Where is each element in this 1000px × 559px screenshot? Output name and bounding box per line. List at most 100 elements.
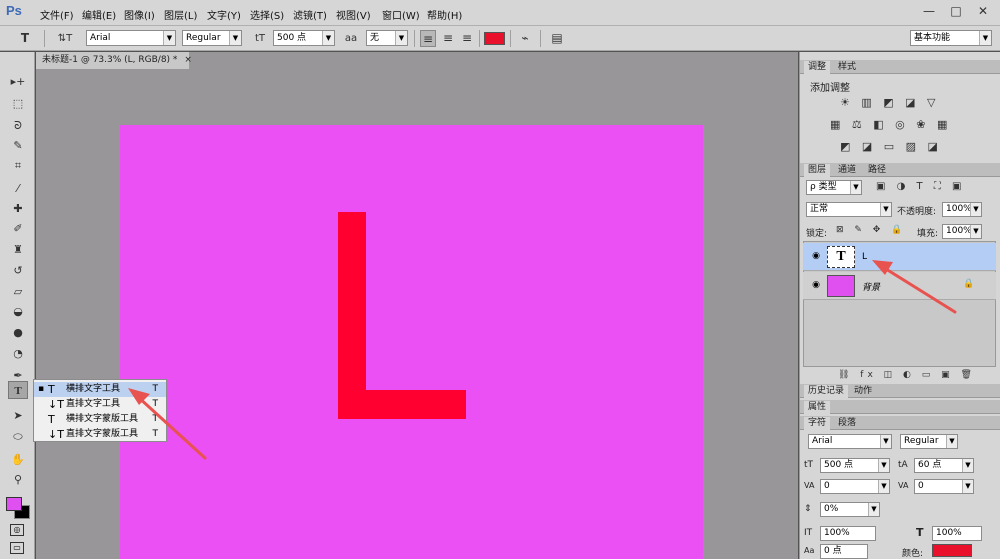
char-vscale-field[interactable]: 100% (820, 526, 876, 541)
lock-icon: 🔒 (963, 279, 975, 289)
text-layer-L[interactable]: L (338, 212, 466, 419)
font-style-select[interactable]: Regular ▼ (182, 30, 242, 46)
chevron-down-icon: ▼ (962, 459, 973, 472)
char-kerning-field[interactable]: 0 ▼ (820, 479, 890, 494)
close-button[interactable]: ✕ (972, 2, 994, 20)
char-hscale-field[interactable]: 100% (932, 526, 982, 541)
font-family-select[interactable]: Arial ▼ (86, 30, 176, 46)
visibility-eye-icon[interactable]: ◉ (810, 280, 822, 290)
menu-filter[interactable]: 滤镜(T) (293, 7, 327, 22)
quick-mask-icon[interactable]: ◎ (10, 524, 24, 536)
font-size-icon: tT (804, 460, 814, 470)
flyout-item-1[interactable]: ▪ T 横排文字工具 T (34, 382, 166, 397)
minimize-button[interactable]: — (918, 2, 940, 20)
adjust-icons-row3[interactable]: ◩ ◪ ▭ ▨ ◪ (840, 140, 942, 153)
lasso-tool-icon[interactable]: ᘐ (8, 117, 28, 135)
antialias-select[interactable]: 无 ▼ (366, 30, 408, 46)
menu-layer[interactable]: 图层(L) (164, 7, 197, 22)
document-tab[interactable]: 未标题-1 @ 73.3% (L, RGB/8) * × (36, 52, 192, 69)
char-baseline-pct-field[interactable]: 0% ▼ (820, 502, 880, 517)
align-left-icon[interactable]: ≡ (420, 30, 436, 47)
shape-tool-icon[interactable]: ⬭ (8, 428, 28, 446)
fill-field[interactable]: 100% ▼ (942, 224, 982, 239)
blur-tool-icon[interactable]: ● (8, 324, 28, 342)
menu-bar: Ps 文件(F) 编辑(E) 图像(I) 图层(L) 文字(Y) 选择(S) 滤… (0, 0, 1000, 26)
eraser-tool-icon[interactable]: ▱ (8, 283, 28, 301)
menu-file[interactable]: 文件(F) (40, 7, 74, 22)
chevron-down-icon: ▼ (163, 31, 175, 45)
flyout-key: T (152, 384, 159, 394)
tab-character[interactable]: 字符 (804, 417, 831, 430)
align-right-icon[interactable]: ≡ (459, 30, 475, 47)
menu-type[interactable]: 文字(Y) (207, 7, 241, 22)
align-center-icon[interactable]: ≡ (440, 30, 456, 47)
tab-layers[interactable]: 图层 (804, 164, 831, 177)
menu-window[interactable]: 窗口(W) (382, 7, 420, 22)
layer-filter-icons[interactable]: ▣ ◑ T ⛶ ▣ (876, 181, 965, 192)
history-brush-tool-icon[interactable]: ↺ (8, 262, 28, 280)
workspace-select[interactable]: 基本功能 ▼ (910, 30, 992, 46)
close-tab-icon[interactable]: × (184, 55, 192, 65)
char-font-size-field[interactable]: 500 点 ▼ (820, 458, 890, 473)
char-baseline-shift-field[interactable]: 0 点 (820, 544, 868, 559)
quick-select-tool-icon[interactable]: ✎ (8, 137, 28, 155)
menu-select[interactable]: 选择(S) (250, 7, 284, 22)
adjust-icons-row1[interactable]: ☀ ▥ ◩ ◪ ▽ (840, 96, 940, 109)
flyout-item-3[interactable]: T 横排文字蒙版工具 T (34, 412, 166, 427)
opacity-field[interactable]: 100% ▼ (942, 202, 982, 217)
char-color-swatch[interactable] (932, 544, 972, 557)
type-tool-flyout: ▪ T 横排文字工具 T ↓T 直排文字工具 T T 横排文字蒙版工具 T ↓T 直排文字蒙版工具 T (33, 379, 167, 442)
layers-bottom-icons[interactable]: ⛓ fx ◫ ◐ ▭ ▣ 🗑 (838, 370, 976, 380)
char-tracking-field[interactable]: 0 ▼ (914, 479, 974, 494)
foreground-color-swatch[interactable] (6, 497, 22, 511)
menu-help[interactable]: 帮助(H) (427, 7, 462, 22)
tab-actions[interactable]: 动作 (850, 385, 876, 398)
blend-mode-select[interactable]: 正常 ▼ (806, 202, 892, 217)
menu-view[interactable]: 视图(V) (336, 7, 371, 22)
adjust-icons-row2[interactable]: ▦ ⚖ ◧ ◎ ❀ ▦ (830, 118, 951, 131)
flyout-item-2[interactable]: ↓T 直排文字工具 T (34, 397, 166, 412)
font-size-select[interactable]: 500 点 ▼ (273, 30, 335, 46)
eyedropper-tool-icon[interactable]: ⁄ (8, 180, 28, 198)
warp-text-icon[interactable]: ⌁ (514, 30, 536, 47)
leading-icon: tA (898, 460, 908, 470)
screen-mode-icon[interactable]: ▭ (10, 542, 24, 554)
hand-tool-icon[interactable]: ✋ (8, 451, 28, 469)
path-select-tool-icon[interactable]: ➤ (8, 407, 28, 425)
menu-edit[interactable]: 编辑(E) (82, 7, 116, 22)
move-tool-icon[interactable]: ▸+ (8, 73, 28, 91)
marquee-tool-icon[interactable]: ⬚ (8, 95, 28, 113)
char-leading-field[interactable]: 60 点 ▼ (914, 458, 974, 473)
tab-paths[interactable]: 路径 (864, 164, 890, 177)
crop-tool-icon[interactable]: ⌗ (8, 157, 28, 175)
tab-styles[interactable]: 样式 (834, 61, 860, 74)
text-color-swatch[interactable] (484, 32, 505, 45)
fill-label: 填充: (917, 229, 939, 239)
healing-tool-icon[interactable]: ✚ (8, 200, 28, 218)
maximize-button[interactable]: □ (945, 2, 967, 20)
zoom-tool-icon[interactable]: ⚲ (8, 471, 28, 489)
layer-row-L[interactable]: ◉ T L (803, 243, 996, 271)
text-orientation-icon[interactable]: ⇅T (54, 30, 76, 47)
type-tool-preset-icon[interactable]: T (14, 30, 36, 47)
paint-bucket-tool-icon[interactable]: ◒ (8, 303, 28, 321)
tab-properties[interactable]: 属性 (804, 401, 831, 414)
char-font-family-select[interactable]: Arial ▼ (808, 434, 892, 449)
dodge-tool-icon[interactable]: ◔ (8, 345, 28, 363)
stamp-tool-icon[interactable]: ♜ (8, 241, 28, 259)
char-panel-toggle-icon[interactable]: ▤ (546, 30, 568, 47)
tab-paragraph[interactable]: 段落 (834, 417, 860, 430)
tab-channels[interactable]: 通道 (834, 164, 860, 177)
visibility-eye-icon[interactable]: ◉ (810, 251, 822, 261)
app-logo: Ps (6, 3, 22, 18)
lock-icons[interactable]: ⊠ ✎ ✥ 🔒 (836, 225, 906, 235)
layer-filter-select[interactable]: ρ 类型 ▼ (806, 180, 862, 195)
menu-image[interactable]: 图像(I) (124, 7, 155, 22)
layer-row-background[interactable]: ◉ 背景 🔒 (803, 272, 996, 300)
tab-adjustments[interactable]: 调整 (804, 61, 831, 74)
flyout-item-4[interactable]: ↓T 直排文字蒙版工具 T (34, 427, 166, 442)
tab-history[interactable]: 历史记录 (804, 385, 849, 398)
char-font-style-select[interactable]: Regular ▼ (900, 434, 958, 449)
type-tool-icon[interactable]: T (8, 381, 28, 399)
brush-tool-icon[interactable]: ✐ (8, 220, 28, 238)
